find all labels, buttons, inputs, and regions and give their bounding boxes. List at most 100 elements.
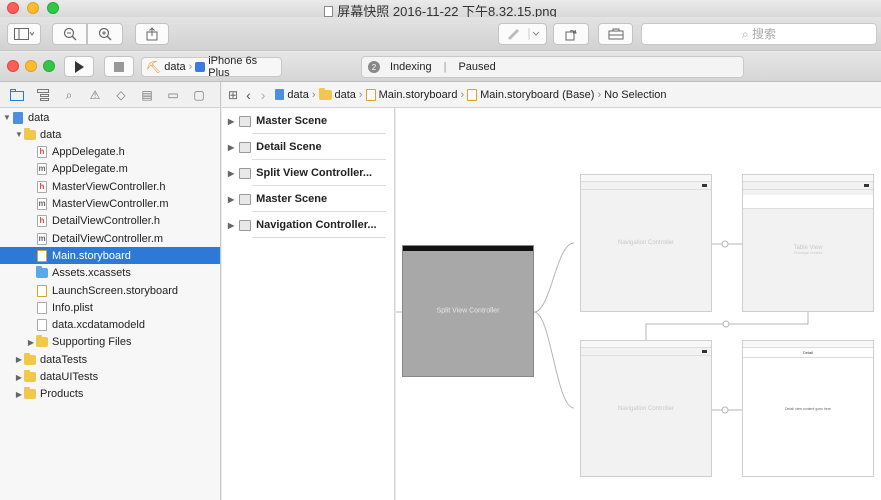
zoom-in-button[interactable] [87, 23, 123, 45]
gauge-icon: ▤ [141, 88, 153, 102]
breadcrumb-localization[interactable]: Main.storyboard (Base) [467, 88, 595, 101]
report-navigator-tab[interactable]: ▢ [192, 88, 206, 102]
breadcrumb-group-label: data [334, 88, 356, 101]
navigator-item[interactable]: h AppDelegate.h [0, 144, 220, 161]
outline-scene-item[interactable]: ▶ Master Scene [222, 186, 394, 212]
navigator-item[interactable]: ▶ dataTests [0, 351, 220, 368]
asset-catalog-icon [36, 266, 48, 279]
outline-scene-label: Master Scene [256, 115, 328, 127]
navigator-item[interactable]: ▶ Products [0, 386, 220, 403]
outline-scene-item[interactable]: ▶ Split View Controller... [222, 160, 394, 186]
toolbox-button[interactable] [598, 23, 633, 45]
navigator-item-label: Assets.xcassets [52, 267, 131, 280]
scene-icon [239, 193, 252, 205]
navigator-item[interactable]: ▶ dataUITests [0, 369, 220, 386]
disclosure-closed-icon[interactable]: ▶ [228, 195, 234, 204]
navigator-item[interactable]: ▶ Supporting Files [0, 334, 220, 351]
xcode-close-button[interactable] [7, 60, 19, 72]
navigator-item-label: dataTests [40, 353, 88, 366]
project-navigator-tab[interactable] [10, 88, 24, 102]
m-file-icon: m [37, 163, 47, 176]
share-button[interactable] [135, 23, 169, 45]
folder-icon [36, 335, 48, 348]
outline-scene-item[interactable]: ▶ Master Scene [222, 108, 394, 134]
search-field[interactable]: ⌕ 搜索 [641, 23, 877, 45]
disclosure-closed-icon[interactable]: ▶ [26, 338, 36, 347]
navigator-item-label: AppDelegate.m [52, 163, 128, 176]
stop-button[interactable] [104, 56, 134, 77]
outline-scene-label: Master Scene [256, 193, 328, 205]
xcode-toolbar: ⛏ data › iPhone 6s Plus 2 Indexing | Pau… [0, 52, 881, 82]
outline-scene-item[interactable]: ▶ Detail Scene [222, 134, 394, 160]
navigator-item[interactable]: data.xcdatamodeld [0, 317, 220, 334]
scene-title-bar [403, 246, 533, 251]
related-items-icon[interactable]: ⊞ [228, 88, 238, 102]
scene-title-bar [581, 175, 711, 182]
scene-label: Split View Controller [436, 307, 500, 315]
outline-scene-label: Navigation Controller... [256, 219, 377, 231]
scheme-selector[interactable]: ⛏ data › iPhone 6s Plus [141, 55, 282, 79]
table-view-scene[interactable]: Table View Prototype Content [742, 174, 874, 312]
markup-button[interactable] [498, 23, 547, 45]
disclosure-closed-icon[interactable]: ▶ [228, 117, 234, 126]
sidebar-toggle-button[interactable] [7, 23, 41, 45]
xcode-zoom-button[interactable] [43, 60, 55, 72]
rotate-icon [565, 29, 577, 41]
navigator-item[interactable]: h MasterViewController.h [0, 178, 220, 195]
disclosure-closed-icon[interactable]: ▶ [14, 373, 24, 382]
rotate-button[interactable] [553, 23, 589, 45]
scene-icon [239, 141, 252, 153]
navigator-item[interactable]: LaunchScreen.storyboard [0, 282, 220, 299]
breadcrumb-file[interactable]: Main.storyboard [365, 88, 457, 101]
navigator-item[interactable]: Main.storyboard [0, 247, 220, 265]
navigator-item[interactable]: m MasterViewController.m [0, 196, 220, 213]
test-navigator-tab[interactable]: ◇ [114, 88, 128, 102]
disclosure-open-icon[interactable]: ▼ [14, 130, 24, 139]
navigator-item[interactable]: m AppDelegate.m [0, 161, 220, 178]
search-placeholder: 搜索 [752, 27, 777, 41]
disclosure-closed-icon[interactable]: ▶ [14, 390, 24, 399]
forward-button[interactable]: › [261, 87, 266, 103]
m-file-icon: m [37, 198, 47, 210]
battery-icon [864, 184, 869, 187]
disclosure-closed-icon[interactable]: ▶ [228, 169, 234, 178]
symbol-navigator-tab[interactable] [36, 88, 50, 102]
navigator-item[interactable]: Info.plist [0, 299, 220, 316]
zoom-out-button[interactable] [52, 23, 87, 45]
activity-count-badge: 2 [368, 61, 380, 73]
breadcrumb-project[interactable]: data [275, 89, 309, 101]
breadcrumb-selection[interactable]: No Selection [604, 89, 666, 101]
back-button[interactable]: ‹ [246, 87, 251, 103]
folder-icon [24, 387, 36, 400]
navigator-item[interactable]: ▼ data [0, 109, 220, 126]
navigator-item[interactable]: ▼ data [0, 126, 220, 143]
stop-icon [114, 61, 124, 72]
detail-scene[interactable]: Detail Detail view content goes here [742, 340, 874, 477]
breadcrumb-localization-label: Main.storyboard (Base) [480, 88, 595, 101]
navigator-item-label: data.xcdatamodeld [52, 319, 145, 332]
breadcrumb-group[interactable]: data [318, 87, 356, 101]
storyboard-canvas[interactable]: Split View Controller Navigation Control… [396, 108, 881, 500]
navigator-item[interactable]: m DetailViewController.m [0, 230, 220, 247]
navigator-item[interactable]: h DetailViewController.h [0, 213, 220, 230]
navigator-item[interactable]: Assets.xcassets [0, 265, 220, 282]
navigation-controller-bottom-scene[interactable]: Navigation Controller [580, 340, 712, 477]
debug-navigator-tab[interactable]: ▤ [140, 88, 154, 102]
issue-navigator-tab[interactable]: ⚠ [88, 88, 102, 102]
run-button[interactable] [64, 56, 94, 77]
find-navigator-tab[interactable]: ⌕ [62, 88, 76, 102]
scene-title-bar [581, 341, 711, 348]
disclosure-closed-icon[interactable]: ▶ [14, 355, 24, 364]
warning-icon: ⚠ [89, 88, 101, 102]
disclosure-closed-icon[interactable]: ▶ [228, 143, 234, 152]
disclosure-open-icon[interactable]: ▼ [2, 113, 12, 122]
activity-viewer[interactable]: 2 Indexing | Paused [361, 56, 744, 78]
xcode-minimize-button[interactable] [25, 60, 37, 72]
disclosure-closed-icon[interactable]: ▶ [228, 221, 234, 230]
split-view-controller-scene[interactable]: Split View Controller [402, 245, 534, 377]
breakpoint-navigator-tab[interactable]: ▭ [166, 88, 180, 102]
share-icon [146, 27, 158, 41]
scene-label-group: Table View Prototype Content [743, 245, 873, 255]
navigation-controller-top-scene[interactable]: Navigation Controller [580, 174, 712, 312]
outline-scene-item[interactable]: ▶ Navigation Controller... [222, 212, 394, 238]
